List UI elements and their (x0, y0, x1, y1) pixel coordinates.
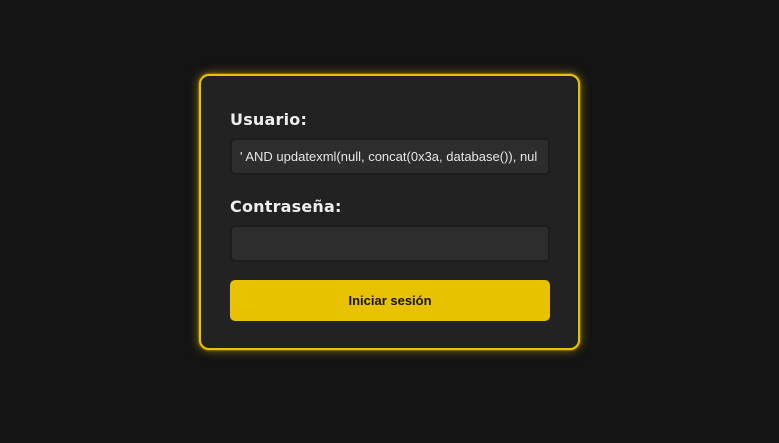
login-button[interactable]: Iniciar sesión (230, 280, 550, 321)
username-label: Usuario: (230, 110, 308, 129)
username-input[interactable] (230, 138, 550, 175)
password-input[interactable] (230, 225, 550, 262)
login-card: Usuario: Contraseña: Iniciar sesión (199, 74, 580, 350)
password-label: Contraseña: (230, 197, 342, 216)
